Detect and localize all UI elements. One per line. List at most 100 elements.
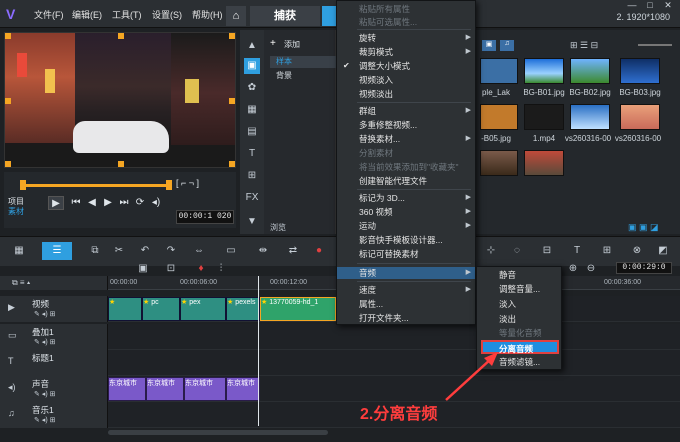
audio-clip-0[interactable]: 东京城市 [108, 377, 146, 401]
crop-icons[interactable]: [ ⌐ ¬ ] [176, 178, 199, 188]
menu-properties[interactable]: 属性... [337, 298, 475, 310]
timeline-scrollbar[interactable] [108, 430, 328, 435]
thumbnail-5[interactable] [524, 104, 564, 130]
text-tool-icon[interactable]: T [570, 244, 584, 258]
video-clip-1[interactable]: ★ pc [142, 297, 180, 321]
submenu-fade-in[interactable]: 淡入 [477, 297, 561, 311]
undo-icon[interactable]: ↶ [138, 244, 152, 258]
track-controls-video[interactable]: ✎ ◂) ⊞ [34, 310, 55, 318]
scissors-icon[interactable]: ✂ [112, 244, 126, 258]
audio-clip-3[interactable]: 东京城市 [226, 377, 260, 401]
record-screen-icon[interactable]: ▭ [224, 244, 238, 258]
title-icon[interactable]: ▤ [244, 124, 260, 140]
timeline-view-icon[interactable]: ☰ [42, 242, 72, 260]
menu-crop-mode[interactable]: 裁剪模式 ▶ [337, 46, 475, 58]
menu-open-folder[interactable]: 打开文件夹... [337, 312, 475, 324]
menu-video-fade-in[interactable]: 视频淡入 [337, 74, 475, 86]
thumbnail-0[interactable] [480, 58, 518, 84]
submenu-fade-out[interactable]: 淡出 [477, 312, 561, 326]
speed-icon[interactable]: ⊞ [600, 244, 614, 258]
track-controls-voice[interactable]: ✎ ◂) ⊞ [34, 390, 55, 398]
capture-icon[interactable]: ▣ [136, 262, 150, 276]
mic-icon[interactable]: ♦ [194, 262, 208, 276]
menu-motion[interactable]: 运动 ▶ [337, 220, 475, 232]
video-clip-0[interactable]: ★ [108, 297, 142, 321]
play-button[interactable]: ▶ [48, 196, 64, 210]
menu-create-smart-proxy[interactable]: 创建智能代理文件 [337, 175, 475, 187]
timeline-timecode[interactable]: 0:00:29:0 [616, 262, 672, 274]
filter-icon[interactable]: ⊞ [244, 168, 260, 184]
photo-filter-icon[interactable]: ▣ [482, 40, 496, 51]
fit-icon[interactable]: ⇔ [192, 244, 206, 258]
up-arrow-icon[interactable]: ▲ [244, 38, 260, 54]
menu-edit[interactable]: 编辑(E) [72, 8, 102, 21]
thumbnail-size-slider[interactable] [638, 44, 672, 46]
add-icon[interactable]: + [270, 38, 276, 49]
submenu-mute[interactable]: 静音 [477, 268, 561, 282]
crop-tool-icon[interactable]: ⊟ [540, 244, 554, 258]
mix-icon[interactable]: ⫶ [214, 262, 228, 276]
menu-video-fade-out[interactable]: 视频淡出 [337, 88, 475, 100]
instant-project-icon[interactable]: ✿ [244, 80, 260, 96]
motion-tracking-icon[interactable]: ⊹ [484, 244, 498, 258]
menu-rotate[interactable]: 旋转 ▶ [337, 32, 475, 44]
color-icon[interactable]: ⊗ [630, 244, 644, 258]
menu-help[interactable]: 帮助(H) [192, 8, 223, 21]
minimize-icon[interactable]: — [624, 0, 640, 12]
mark-out-handle[interactable] [166, 180, 172, 190]
mask-icon[interactable]: ◌ [510, 244, 524, 258]
text-icon[interactable]: T [244, 146, 260, 162]
audio-clip-2[interactable]: 东京城市 [184, 377, 226, 401]
timeline-playhead[interactable] [258, 276, 259, 426]
fx-icon[interactable]: FX [244, 190, 260, 206]
thumbnail-2[interactable] [570, 58, 610, 84]
menu-multi-trim[interactable]: 多重修整视频... [337, 119, 475, 131]
thumbnail-4[interactable] [480, 104, 518, 130]
transition-icon[interactable]: ▦ [244, 102, 260, 118]
menu-file[interactable]: 文件(F) [34, 8, 64, 21]
thumbnail-7[interactable] [620, 104, 660, 130]
thumbnail-1[interactable] [524, 58, 564, 84]
menu-mark-replaceable[interactable]: 标记可替换素材 [337, 248, 475, 260]
thumbnail-3[interactable] [620, 58, 660, 84]
maximize-icon[interactable]: □ [642, 0, 658, 12]
media-icon[interactable]: ▣ [244, 58, 260, 74]
track-controls-overlay[interactable]: ✎ ◂) ⊞ [34, 338, 55, 346]
video-clip-3[interactable]: ★ pexels [226, 297, 260, 321]
add-folder-label[interactable]: 添加 [284, 39, 300, 50]
prev-frame-button[interactable]: ◀ [84, 196, 100, 210]
library-view-icons[interactable]: ▣ ▣ ◪ [628, 222, 659, 233]
storyboard-view-icon[interactable]: ▦ [12, 244, 26, 258]
home-icon[interactable]: ⌂ [226, 6, 246, 26]
video-clip-4[interactable]: ★ 13770059-hd_1 [260, 297, 336, 321]
folder-background[interactable]: 背景 [276, 70, 292, 81]
thumbnail-9[interactable] [524, 150, 564, 176]
scrub-range[interactable] [20, 184, 166, 187]
close-icon[interactable]: ✕ [660, 0, 676, 12]
tab-capture[interactable]: 捕获 [250, 6, 320, 26]
video-clip-2[interactable]: ★ pex [180, 297, 226, 321]
redo-icon[interactable]: ↷ [164, 244, 178, 258]
menu-template-designer[interactable]: 影音快手模板设计器... [337, 234, 475, 246]
fx-tool-icon[interactable]: ◩ [656, 244, 670, 258]
mark-in-handle[interactable] [20, 180, 26, 190]
menu-resize-mode[interactable]: ✔ 调整大小模式 [337, 60, 475, 72]
repeat-icon[interactable]: ⟳ [132, 196, 148, 210]
timecode-display[interactable]: 00:00:1 020 [176, 210, 234, 224]
browse-button[interactable]: 浏览 [270, 222, 286, 233]
clip-mode-label[interactable]: 素材 [8, 206, 24, 217]
folder-sample[interactable]: 样本 [270, 56, 336, 68]
track-manager-icon[interactable]: ⧉ ≡ ▴ [12, 278, 30, 288]
thumbnail-8[interactable] [480, 150, 518, 176]
submenu-adjust-volume[interactable]: 调整音量... [477, 282, 561, 296]
menu-group[interactable]: 群组 ▶ [337, 105, 475, 117]
menu-audio[interactable]: 音频 ▶ [337, 267, 475, 279]
chapter-icon[interactable]: ⊡ [164, 262, 178, 276]
menu-360-video[interactable]: 360 视频 ▶ [337, 206, 475, 218]
record-icon[interactable]: ● [312, 244, 326, 258]
split-icon[interactable]: ⇹ [256, 244, 270, 258]
volume-icon[interactable]: ◂) [148, 196, 164, 210]
menu-settings[interactable]: 设置(S) [152, 8, 182, 21]
menu-replace-clip[interactable]: 替换素材... ▶ [337, 133, 475, 145]
track-controls-music[interactable]: ✎ ◂) ⊞ [34, 416, 55, 424]
